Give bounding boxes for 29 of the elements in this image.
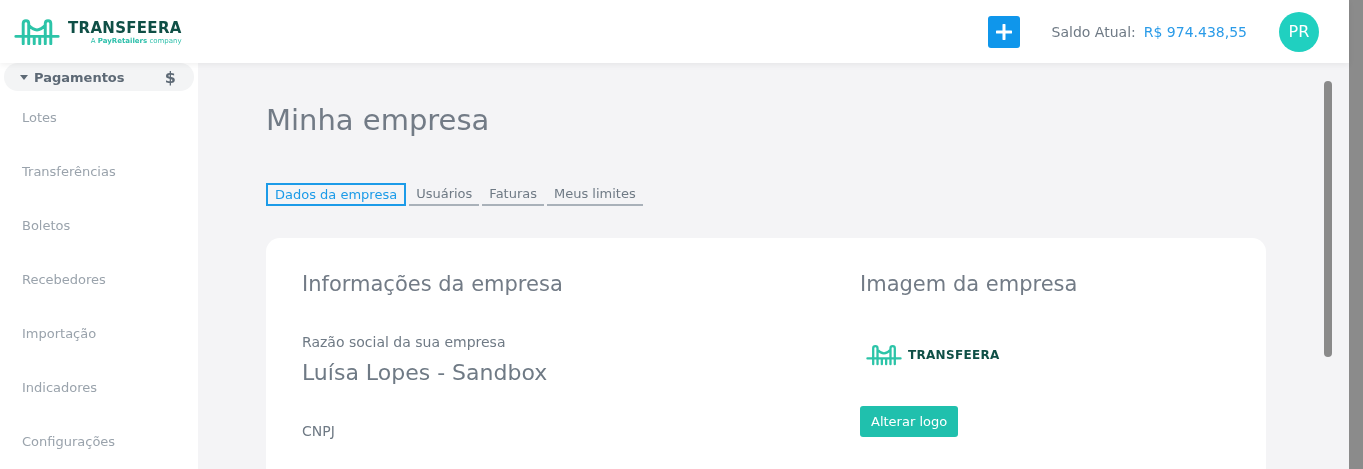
tab[interactable]: Faturas [482, 183, 544, 206]
sidebar-item[interactable]: Configurações [0, 415, 198, 469]
caret-icon [20, 74, 28, 80]
sidebar-item[interactable]: Recebedores [0, 253, 198, 307]
plus-icon [995, 23, 1012, 40]
sidebar-item[interactable]: Lotes [0, 91, 198, 145]
sidebar-item[interactable]: Importação [0, 307, 198, 361]
sidebar-group[interactable]: Pagamentos $ [4, 63, 194, 91]
add-button[interactable] [987, 15, 1020, 48]
tab[interactable]: Dados da empresa [266, 183, 407, 206]
balance-value: R$ 974.438,55 [1143, 23, 1247, 40]
user-avatar[interactable]: PR [1279, 11, 1319, 52]
balance-label: Saldo Atual: [1051, 23, 1136, 40]
change-logo-button[interactable]: Alterar logo [860, 405, 959, 437]
bridge-logo-icon [14, 17, 60, 46]
tab[interactable]: Meus limites [547, 183, 643, 206]
field-label: Razão social da sua empresa [302, 334, 506, 350]
company-logo-text: TRANSFEERA [908, 347, 1000, 362]
brand-name: TRANSFEERA [68, 18, 182, 37]
field-label: CNPJ [302, 423, 335, 439]
section-heading: Imagem da empresa [860, 272, 1078, 296]
page-title: Minha empresa [266, 103, 491, 137]
tab[interactable]: Usuários [409, 183, 480, 206]
sidebar-item[interactable]: Boletos [0, 199, 198, 253]
section-heading: Informações da empresa [302, 272, 563, 296]
sidebar-item[interactable]: Transferências [0, 145, 198, 199]
bridge-logo-icon [866, 344, 902, 366]
sidebar-item[interactable]: Indicadores [0, 361, 198, 415]
field-value: Luísa Lopes - Sandbox [302, 360, 548, 385]
